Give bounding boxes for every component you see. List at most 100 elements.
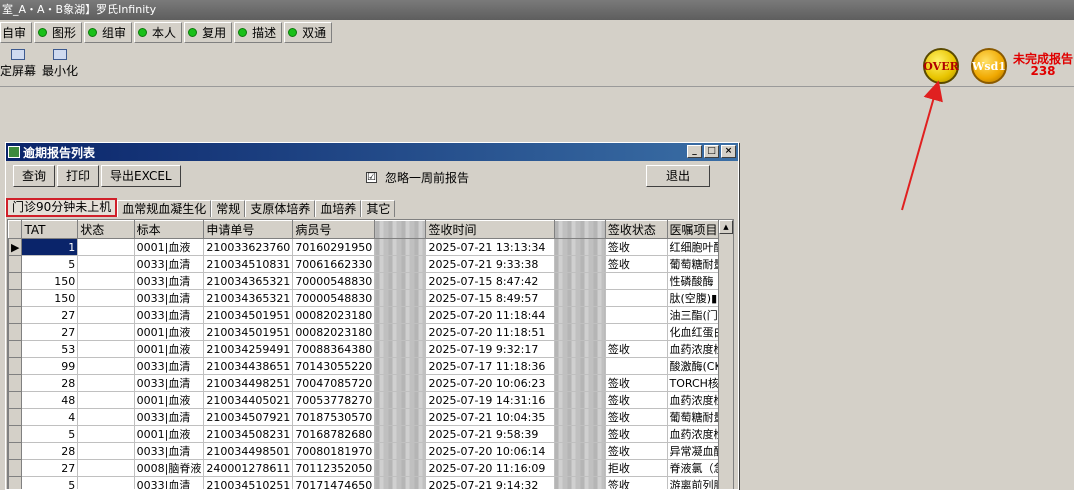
table-row[interactable]: 27 0001|血液 210034501951 00082023180 2025-07-… bbox=[8, 323, 733, 341]
table-row[interactable]: 150 0033|血清 210034365321 70000548830 2025-07… bbox=[8, 289, 733, 307]
column-header[interactable]: 签收时间 bbox=[425, 220, 555, 239]
redacted-cell bbox=[374, 476, 427, 489]
window-toolbar: 查询 打印 导出EXCEL bbox=[13, 165, 183, 187]
toolbar-button-0[interactable]: 自审 bbox=[0, 22, 33, 43]
table-row[interactable]: 150 0033|血清 210034365321 70000548830 2025-07… bbox=[8, 272, 733, 290]
print-button[interactable]: 打印 bbox=[57, 165, 100, 187]
table-row[interactable]: 27 0033|血清 210034501951 00082023180 2025-07-… bbox=[8, 306, 733, 324]
toolbar-button-2[interactable]: 组审 bbox=[84, 22, 133, 43]
row-indicator[interactable] bbox=[8, 306, 23, 324]
toolbar-button-label: 描述 bbox=[252, 26, 277, 40]
column-header[interactable]: 标本 bbox=[133, 220, 205, 239]
column-header[interactable] bbox=[553, 220, 606, 239]
table-row[interactable]: 5 0001|血液 210034508231 70168782680 2025-07-2… bbox=[8, 425, 733, 443]
export-excel-button[interactable]: 导出EXCEL bbox=[101, 165, 181, 187]
table-row[interactable]: 53 0001|血液 210034259491 70088364380 2025-07-… bbox=[8, 340, 733, 358]
minimize-window-button[interactable]: _ bbox=[687, 145, 702, 158]
redacted-cell bbox=[553, 340, 606, 358]
toolbar-button-label: 自审 bbox=[2, 26, 27, 40]
cell-time: 2025-07-17 11:18:36 bbox=[425, 357, 555, 375]
grid-corner bbox=[8, 220, 23, 239]
column-header[interactable]: TAT bbox=[21, 220, 79, 239]
cell-specimen: 0033|血清 bbox=[133, 289, 205, 307]
row-indicator[interactable] bbox=[8, 272, 23, 290]
grid-vertical-scrollbar[interactable]: ▲ bbox=[718, 220, 733, 489]
row-indicator[interactable] bbox=[8, 442, 23, 460]
table-row[interactable]: ▶ 1 0001|血液 210033623760 70160291950 2025-07-… bbox=[8, 238, 733, 256]
status-dot-icon bbox=[138, 28, 148, 37]
cell-tat: 27 bbox=[21, 323, 79, 341]
cell-patient: 70187530570 bbox=[292, 408, 376, 426]
table-row[interactable]: 5 0033|血清 210034510251 70171474650 2025-07-2… bbox=[8, 476, 733, 489]
row-indicator[interactable] bbox=[8, 255, 23, 273]
cell-request: 210034510831 bbox=[203, 255, 294, 273]
close-window-button[interactable]: × bbox=[721, 145, 736, 158]
row-indicator[interactable] bbox=[8, 289, 23, 307]
cell-status bbox=[77, 306, 135, 324]
scroll-up-icon[interactable]: ▲ bbox=[719, 220, 733, 234]
row-indicator[interactable] bbox=[8, 323, 23, 341]
column-header[interactable]: 申请单号 bbox=[203, 220, 294, 239]
wsd-button[interactable]: Wsd1 bbox=[971, 48, 1007, 84]
row-indicator[interactable] bbox=[8, 391, 23, 409]
cell-status bbox=[77, 255, 135, 273]
column-header[interactable]: 病员号 bbox=[292, 220, 376, 239]
tab-0[interactable]: 门诊90分钟未上机 bbox=[6, 198, 118, 217]
window-app-icon bbox=[8, 146, 20, 158]
ignore-week-checkbox[interactable]: ☑ 忽略一周前报告 bbox=[366, 169, 469, 186]
tab-3[interactable]: 支原体培养 bbox=[245, 200, 316, 217]
cell-sign: 签收 bbox=[604, 476, 668, 489]
window-icon bbox=[53, 49, 68, 60]
table-row[interactable]: 28 0033|血清 210034498251 70047085720 2025-07-… bbox=[8, 374, 733, 392]
column-header[interactable]: 状态 bbox=[77, 220, 135, 239]
row-indicator[interactable] bbox=[8, 408, 23, 426]
redacted-cell bbox=[553, 272, 606, 290]
over-button[interactable]: OVER bbox=[923, 48, 959, 84]
table-row[interactable]: 28 0033|血清 210034498501 70080181970 2025-07-… bbox=[8, 442, 733, 460]
cell-specimen: 0033|血清 bbox=[133, 476, 205, 489]
redacted-cell bbox=[553, 374, 606, 392]
row-indicator[interactable] bbox=[8, 425, 23, 443]
row-indicator[interactable] bbox=[8, 357, 23, 375]
table-row[interactable]: 48 0001|血液 210034405021 70053778270 2025-07-… bbox=[8, 391, 733, 409]
cell-patient: 70112352050 bbox=[292, 459, 376, 477]
cell-time: 2025-07-15 8:47:42 bbox=[425, 272, 555, 290]
column-header[interactable]: 签收状态 bbox=[604, 220, 668, 239]
redacted-cell bbox=[374, 425, 427, 443]
tab-5[interactable]: 其它 bbox=[361, 200, 396, 217]
row-indicator[interactable]: ▶ bbox=[8, 238, 23, 256]
table-row[interactable]: 5 0033|血清 210034510831 70061662330 2025-07-2… bbox=[8, 255, 733, 273]
toolbar-button-4[interactable]: 复用 bbox=[184, 22, 233, 43]
unfinished-report-indicator[interactable]: 未完成报告 238 bbox=[1012, 53, 1074, 77]
table-row[interactable]: 27 0008|脑脊液 240001278611 70112352050 2025-07… bbox=[8, 459, 733, 477]
table-row[interactable]: 4 0033|血清 210034507921 70187530570 2025-07-2… bbox=[8, 408, 733, 426]
lock-screen-button[interactable]: 定屏幕 bbox=[0, 49, 36, 79]
tab-4[interactable]: 血培养 bbox=[315, 200, 362, 217]
cell-tat: 5 bbox=[21, 255, 79, 273]
tab-2[interactable]: 常规 bbox=[211, 200, 246, 217]
tab-1[interactable]: 血常规血凝生化 bbox=[117, 200, 212, 217]
cell-tat: 28 bbox=[21, 442, 79, 460]
row-indicator[interactable] bbox=[8, 459, 23, 477]
toolbar-button-6[interactable]: 双通 bbox=[284, 22, 333, 43]
redacted-cell bbox=[553, 425, 606, 443]
cell-tat: 53 bbox=[21, 340, 79, 358]
redacted-cell bbox=[553, 306, 606, 324]
exit-button[interactable]: 退出 bbox=[646, 165, 710, 187]
toolbar-button-1[interactable]: 图形 bbox=[34, 22, 83, 43]
table-row[interactable]: 99 0033|血清 210034438651 70143055220 2025-07-… bbox=[8, 357, 733, 375]
query-button[interactable]: 查询 bbox=[13, 165, 56, 187]
minimize-button[interactable]: 最小化 bbox=[42, 49, 78, 79]
row-indicator[interactable] bbox=[8, 476, 23, 489]
redacted-cell bbox=[553, 357, 606, 375]
cell-sign bbox=[604, 289, 668, 307]
toolbar-button-3[interactable]: 本人 bbox=[134, 22, 183, 43]
column-header[interactable] bbox=[374, 220, 427, 239]
row-indicator[interactable] bbox=[8, 374, 23, 392]
cell-request: 210034498501 bbox=[203, 442, 294, 460]
cell-patient: 70160291950 bbox=[292, 238, 376, 256]
maximize-window-button[interactable]: □ bbox=[704, 145, 719, 158]
toolbar-button-5[interactable]: 描述 bbox=[234, 22, 283, 43]
row-indicator[interactable] bbox=[8, 340, 23, 358]
cell-tat: 27 bbox=[21, 459, 79, 477]
